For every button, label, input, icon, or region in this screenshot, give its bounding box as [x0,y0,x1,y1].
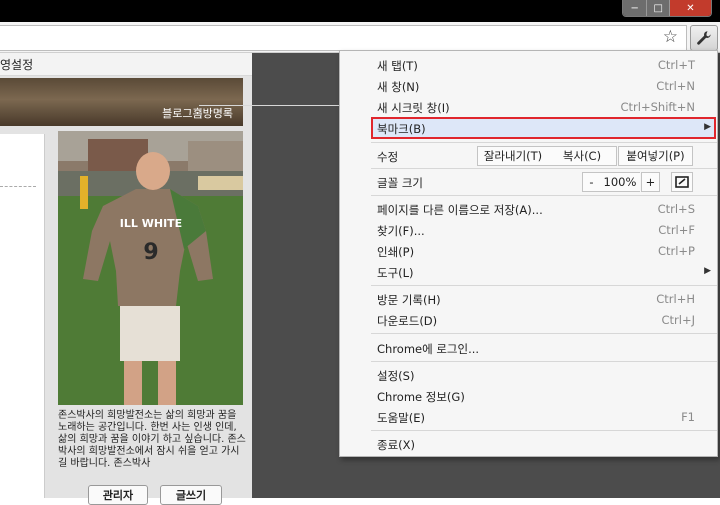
incognito-shortcut: Ctrl+Shift+N [620,100,695,114]
tools-label: 도구(L) [377,266,414,280]
history-label: 방문 기록(H) [377,293,441,307]
address-bar[interactable]: ☆ [0,25,687,51]
chrome-wrench-menu: 새 탭(T) Ctrl+T 새 창(N) Ctrl+N 새 시크릿 창(I) C… [339,50,718,457]
zoom-value: 100% [600,172,640,192]
maximize-button[interactable]: □ [646,0,669,16]
cut-button[interactable]: 잘라내기(T) [477,146,549,166]
settings-label: 설정(S) [377,369,415,383]
rugby-player-image: ILL WHITE 9 [58,131,243,405]
banner-links: 블로그홈 | 방명록 [162,105,546,121]
menu-item-new-window[interactable]: 새 창(N) Ctrl+N [340,76,717,96]
history-shortcut: Ctrl+H [656,292,695,306]
help-label: 도움말(E) [377,411,425,425]
page-tab-strip: 영설정 [0,53,252,76]
submenu-arrow-icon: ▶ [704,122,711,132]
find-label: 찾기(F)... [377,224,425,238]
bookmarks-label: 북마크(B) [377,122,426,136]
menu-item-exit[interactable]: 종료(X) [340,434,717,454]
fullscreen-button[interactable] [671,172,693,192]
about-label: Chrome 정보(G) [377,390,465,404]
signin-label: Chrome에 로그인... [377,342,480,356]
guestbook-link[interactable]: 방명록 [203,107,233,120]
write-button[interactable]: 글쓰기 [160,485,222,505]
zoom-label: 글꼴 크기 [377,176,423,190]
wrench-icon [697,31,711,45]
menu-separator [371,195,717,196]
blog-banner: 블로그홈 | 방명록 [0,78,546,126]
save-as-shortcut: Ctrl+S [657,202,695,216]
copy-button[interactable]: 복사(C) [548,146,617,166]
save-as-label: 페이지를 다른 이름으로 저장(A)... [377,203,543,217]
menu-item-signin[interactable]: Chrome에 로그인... [340,338,717,358]
paste-button[interactable]: 붙여넣기(P) [618,146,693,166]
minimize-button[interactable]: − [623,0,647,16]
new-window-label: 새 창(N) [377,80,420,94]
new-window-shortcut: Ctrl+N [656,79,695,93]
menu-item-help[interactable]: 도움말(E) F1 [340,407,717,427]
new-tab-label: 새 탭(T) [377,59,418,73]
profile-photo: ILL WHITE 9 [58,131,243,405]
incognito-label: 새 시크릿 창(I) [377,101,450,115]
browser-toolbar: ☆ [0,22,720,53]
new-tab-shortcut: Ctrl+T [657,58,695,72]
menu-row-zoom: 글꼴 크기 - 100% + [340,171,717,193]
submenu-arrow-icon: ▶ [704,266,711,276]
window-titlebar: − □ ✕ [0,0,720,22]
wrench-menu-button[interactable] [690,25,718,51]
exit-label: 종료(X) [377,438,416,452]
menu-item-history[interactable]: 방문 기록(H) Ctrl+H [340,289,717,309]
close-window-button[interactable]: ✕ [668,0,711,16]
blog-caption: 존스박사의 희망발전소는 삶의 희망과 꿈을 노래하는 공간입니다. 한번 사는… [58,410,246,469]
menu-item-new-tab[interactable]: 새 탭(T) Ctrl+T [340,55,717,75]
blog-page: 블로그홈 | 방명록 ILL WHITE 9 존스박사의 희망발전소는 삶의 희… [0,76,546,505]
menu-item-save-as[interactable]: 페이지를 다른 이름으로 저장(A)... Ctrl+S [340,199,717,219]
menu-separator [371,168,717,169]
menu-separator [371,430,717,431]
post-area [0,134,45,498]
menu-item-settings[interactable]: 설정(S) [340,365,717,385]
menu-item-print[interactable]: 인쇄(P) Ctrl+P [340,241,717,261]
menu-item-find[interactable]: 찾기(F)... Ctrl+F [340,220,717,240]
zoom-out-button[interactable]: - [582,172,601,192]
window-controls: − □ ✕ [622,0,712,17]
menu-item-downloads[interactable]: 다운로드(D) Ctrl+J [340,310,717,330]
edit-label: 수정 [377,150,399,164]
menu-item-tools[interactable]: 도구(L) ▶ [340,262,717,282]
downloads-shortcut: Ctrl+J [661,313,696,327]
settings-text: 영설정 [0,58,34,72]
menu-separator [371,142,717,143]
menu-row-edit: 수정 잘라내기(T) 복사(C) 붙여넣기(P) [340,145,717,167]
help-shortcut: F1 [681,410,695,424]
zoom-in-button[interactable]: + [641,172,660,192]
manage-button[interactable]: 관리자 [88,485,148,505]
blog-home-link[interactable]: 블로그홈 [162,107,202,120]
print-label: 인쇄(P) [377,245,415,259]
menu-item-incognito[interactable]: 새 시크릿 창(I) Ctrl+Shift+N [340,97,717,117]
menu-separator [371,285,717,286]
star-icon[interactable]: ☆ [663,27,678,47]
menu-separator [371,333,717,334]
find-shortcut: Ctrl+F [658,223,695,237]
jersey-number: 9 [143,240,158,265]
menu-separator [371,361,717,362]
print-shortcut: Ctrl+P [657,244,695,258]
dashed-divider [0,186,36,187]
downloads-label: 다운로드(D) [377,314,438,328]
fullscreen-icon [675,176,689,188]
jersey-name: ILL WHITE [120,217,182,230]
menu-item-bookmarks[interactable]: 북마크(B) ▶ [340,118,717,138]
menu-item-about[interactable]: Chrome 정보(G) [340,386,717,406]
